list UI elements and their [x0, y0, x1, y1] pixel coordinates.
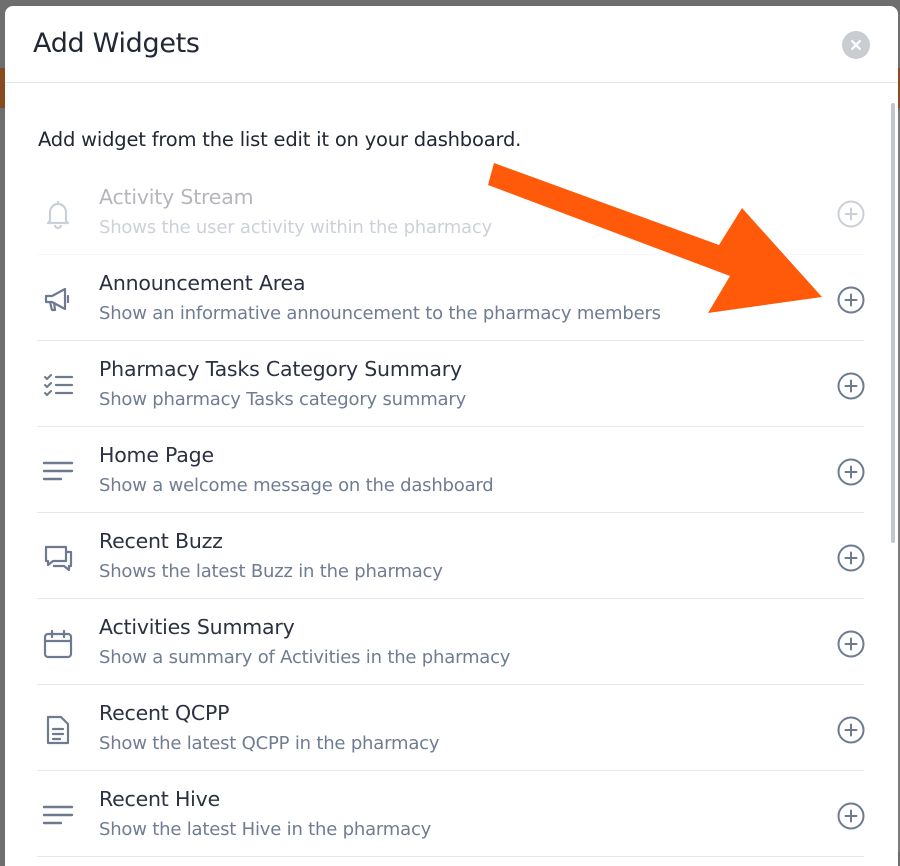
widget-list: Activity Stream Shows the user activity … — [37, 169, 866, 857]
document-icon — [41, 713, 75, 747]
widget-description: Show a summary of Activities in the phar… — [99, 647, 511, 668]
add-widget-button[interactable] — [836, 199, 866, 229]
widget-list-item: Recent Hive Show the latest Hive in the … — [37, 771, 866, 857]
add-widget-button[interactable] — [836, 715, 866, 745]
add-widgets-modal: Add Widgets Add widget from the list edi… — [5, 6, 898, 866]
widget-title: Activity Stream — [99, 185, 254, 209]
add-widget-button[interactable] — [836, 371, 866, 401]
widget-description: Shows the latest Buzz in the pharmacy — [99, 561, 443, 582]
add-widget-button[interactable] — [836, 285, 866, 315]
widget-description: Show the latest Hive in the pharmacy — [99, 819, 432, 840]
widget-list-item: Activity Stream Shows the user activity … — [37, 169, 866, 255]
scrollbar[interactable] — [891, 103, 895, 543]
add-widget-button[interactable] — [836, 457, 866, 487]
modal-title: Add Widgets — [33, 28, 200, 59]
widget-title: Pharmacy Tasks Category Summary — [99, 357, 462, 381]
plus-circle-icon — [837, 544, 865, 572]
widget-title: Recent Buzz — [99, 529, 223, 553]
megaphone-icon — [41, 283, 75, 317]
modal-header: Add Widgets — [5, 6, 898, 83]
widget-description: Shows the user activity within the pharm… — [99, 217, 493, 238]
add-widget-button[interactable] — [836, 629, 866, 659]
plus-circle-icon — [837, 200, 865, 228]
close-button[interactable] — [842, 31, 870, 59]
chat-icon — [41, 541, 75, 575]
widget-title: Activities Summary — [99, 615, 295, 639]
plus-circle-icon — [837, 286, 865, 314]
widget-description: Show an informative announcement to the … — [99, 303, 661, 324]
modal-body: Add widget from the list edit it on your… — [5, 83, 898, 866]
widget-title: Home Page — [99, 443, 214, 467]
add-widget-button[interactable] — [836, 801, 866, 831]
widget-list-item: Pharmacy Tasks Category Summary Show pha… — [37, 341, 866, 427]
widget-description: Show the latest QCPP in the pharmacy — [99, 733, 440, 754]
plus-circle-icon — [837, 716, 865, 744]
add-widget-button[interactable] — [836, 543, 866, 573]
widget-title: Recent QCPP — [99, 701, 230, 725]
calendar-icon — [41, 627, 75, 661]
widget-title: Announcement Area — [99, 271, 306, 295]
widget-list-item: Activities Summary Show a summary of Act… — [37, 599, 866, 685]
widget-list-item: Recent Buzz Shows the latest Buzz in the… — [37, 513, 866, 599]
checklist-icon — [41, 369, 75, 403]
widget-list-item: Recent QCPP Show the latest QCPP in the … — [37, 685, 866, 771]
widget-list-item: Home Page Show a welcome message on the … — [37, 427, 866, 513]
lines-icon — [41, 455, 75, 489]
widget-title: Recent Hive — [99, 787, 221, 811]
bell-icon — [41, 197, 75, 231]
lines-icon — [41, 799, 75, 833]
plus-circle-icon — [837, 630, 865, 658]
plus-circle-icon — [837, 458, 865, 486]
widget-description: Show pharmacy Tasks category summary — [99, 389, 467, 410]
plus-circle-icon — [837, 372, 865, 400]
plus-circle-icon — [837, 802, 865, 830]
intro-text: Add widget from the list edit it on your… — [38, 128, 522, 151]
close-icon — [850, 39, 862, 51]
widget-description: Show a welcome message on the dashboard — [99, 475, 494, 496]
widget-list-item: Announcement Area Show an informative an… — [37, 255, 866, 341]
